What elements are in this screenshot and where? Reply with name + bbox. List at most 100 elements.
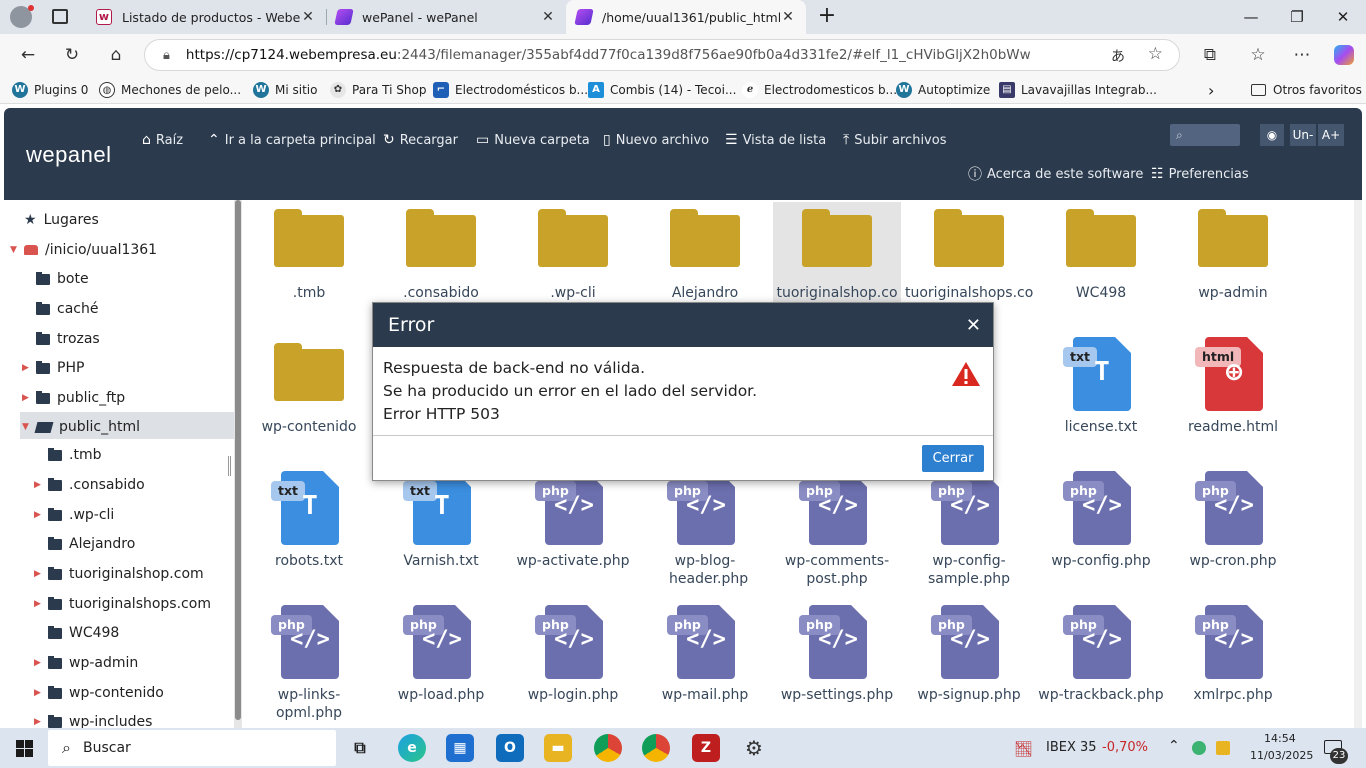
file-search-input[interactable]: ⌕ (1170, 124, 1240, 146)
bookmark-electrodomesticos-2[interactable]: ℯ Electrodomesticos b... (742, 80, 897, 100)
translate-icon[interactable]: あ (1111, 46, 1125, 66)
extensions-icon[interactable]: ⧉ (1196, 42, 1224, 68)
file-item[interactable]: php </> wp-load.php (377, 602, 505, 722)
file-item[interactable]: php </> wp-login.php (509, 602, 637, 722)
file-grid-scrollbar[interactable] (1354, 200, 1362, 728)
close-tab-icon[interactable]: ✕ (540, 9, 556, 25)
toolbar-home-folder-button[interactable]: ⌃ Ir a la carpeta principal (208, 130, 376, 150)
reload-icon[interactable]: ↻ (58, 42, 86, 68)
font-decrease-button[interactable]: Un- (1290, 124, 1316, 146)
windows-start-icon[interactable] (16, 740, 33, 757)
copilot-icon[interactable] (1330, 42, 1358, 68)
toolbar-reload-button[interactable]: ↻ Recargar (383, 130, 458, 150)
outlook-icon[interactable]: O (496, 734, 524, 762)
settings-more-icon[interactable]: ⋯ (1288, 42, 1316, 68)
collapsed-arrow-icon[interactable]: ▶ (34, 569, 48, 579)
file-item[interactable]: txt Tlicense.txt (1037, 334, 1165, 446)
file-item[interactable]: php </> wp-config-sample.php (905, 468, 1033, 588)
address-bar[interactable]: 🔒︎ https://cp7124.webempresa.eu :2443/fi… (144, 39, 1180, 71)
tray-app-icon[interactable] (1216, 741, 1230, 755)
collapsed-arrow-icon[interactable]: ▶ (34, 480, 48, 490)
sidebar-item-public-html[interactable]: ▼ public_html (22, 415, 140, 439)
bookmark-combis[interactable]: A Combis (14) - Tecoi... (588, 80, 736, 100)
file-item[interactable]: php </> wp-activate.php (509, 468, 637, 588)
tab-filemanager-active[interactable]: /home/uual1361/public_html:WeP ✕ (566, 0, 806, 34)
close-window-icon[interactable]: ✕ (1320, 4, 1366, 30)
filezilla-icon[interactable]: Z (692, 734, 720, 762)
bookmark-mi-sitio[interactable]: W Mi sitio (253, 80, 317, 100)
collapsed-arrow-icon[interactable]: ▶ (34, 717, 48, 727)
file-item[interactable]: Alejandro (641, 200, 769, 312)
collapsed-arrow-icon[interactable]: ▶ (22, 363, 36, 373)
resize-handle[interactable] (228, 456, 231, 476)
toolbar-upload-button[interactable]: ⤒ Subir archivos (843, 130, 946, 150)
tab-wepanel[interactable]: wePanel - wePanel ✕ (326, 0, 566, 34)
sidebar-item-trozas[interactable]: trozas (36, 327, 100, 351)
sidebar-item-consabido[interactable]: ▶ .consabido (34, 473, 145, 497)
file-item[interactable]: php </> xmlrpc.php (1169, 602, 1297, 722)
sidebar-item-tuoriginalshop[interactable]: ▶ tuoriginalshop.com (34, 562, 204, 586)
toolbar-new-folder-button[interactable]: ▭ Nueva carpeta (476, 130, 590, 150)
new-tab-icon[interactable]: + (814, 3, 840, 29)
dialog-header[interactable]: Error ✕ (373, 303, 993, 347)
bookmark-para-ti-shop[interactable]: ✿ Para Ti Shop (330, 80, 426, 100)
minimize-window-icon[interactable]: — (1228, 4, 1274, 30)
toolbar-new-file-button[interactable]: ▯ Nuevo archivo (603, 130, 709, 150)
close-tab-icon[interactable]: ✕ (780, 9, 796, 25)
back-icon[interactable]: ← (14, 42, 42, 68)
sidebar-root[interactable]: ▼/inicio/uual1361 (10, 238, 157, 262)
taskbar-search[interactable]: ⌕ Buscar (48, 730, 336, 766)
sidebar-item-wp-includes[interactable]: ▶ wp-includes (34, 710, 152, 728)
toolbar-list-view-button[interactable]: ☰ Vista de lista (725, 130, 826, 150)
file-item[interactable]: php </> wp-cron.php (1169, 468, 1297, 588)
close-icon[interactable]: ✕ (966, 315, 981, 336)
bookmark-mechones[interactable]: ◍ Mechones de pelo... (99, 80, 241, 100)
sidebar-item-tmb[interactable]: .tmb (48, 443, 101, 467)
sidebar-item-tuoriginalshops[interactable]: ▶ tuoriginalshops.com (34, 592, 211, 616)
file-item-hovered[interactable]: tuoriginalshop.co (773, 202, 901, 312)
close-button[interactable]: Cerrar (922, 445, 984, 472)
close-tab-icon[interactable]: ✕ (300, 9, 316, 25)
file-item[interactable]: php </> wp-config.php (1037, 468, 1165, 588)
font-increase-button[interactable]: A+ (1318, 124, 1344, 146)
file-item[interactable]: .wp-cli (509, 200, 637, 312)
collapsed-arrow-icon[interactable]: ▶ (34, 510, 48, 520)
sidebar-scrollbar-thumb[interactable] (235, 200, 241, 720)
toolbar-root-button[interactable]: ⌂ Raíz (142, 130, 183, 150)
chrome-profile-icon[interactable] (642, 734, 670, 762)
restore-window-icon[interactable]: ❐ (1274, 4, 1320, 30)
sidebar-item-wp-cli[interactable]: ▶ .wp-cli (34, 503, 114, 527)
file-item[interactable]: wp-admin (1169, 200, 1297, 312)
bookmark-otros-favoritos[interactable]: Otros favoritos (1251, 80, 1362, 100)
task-view-icon[interactable]: ⧉ (346, 734, 374, 762)
toolbar-preferences-button[interactable]: ☷ Preferencias (1151, 164, 1249, 184)
sidebar-item-php[interactable]: ▶ PHP (22, 356, 84, 380)
eye-toggle-button[interactable]: ◉ (1260, 124, 1284, 146)
collapsed-arrow-icon[interactable]: ▶ (34, 658, 48, 668)
file-item[interactable]: WC498 (1037, 200, 1165, 312)
file-explorer-icon[interactable]: ▬ (544, 734, 572, 762)
sidebar-item-bote[interactable]: bote (36, 267, 89, 291)
sidebar-item-wc498[interactable]: WC498 (48, 621, 119, 645)
bookmark-autoptimize[interactable]: W Autoptimize (896, 80, 990, 100)
file-item[interactable]: php </> wp-blog-header.php (641, 468, 769, 588)
file-item[interactable]: txt T Varnish.txt (377, 468, 505, 588)
bookmark-electrodomesticos-1[interactable]: ⌐ Electrodomésticos b... (433, 80, 588, 100)
tab-productos[interactable]: w Listado de productos - Webempre ✕ (86, 0, 326, 34)
file-item[interactable]: tuoriginalshops.co (905, 200, 1033, 312)
file-item[interactable]: .tmb (245, 200, 373, 312)
file-item[interactable]: .consabido (377, 200, 505, 312)
microsoft-store-icon[interactable]: ▦ (446, 734, 474, 762)
file-item[interactable]: wp-contenido (245, 334, 373, 446)
file-item[interactable]: txt Trobots.txt (245, 468, 373, 588)
tray-app-icon[interactable] (1192, 741, 1206, 755)
file-item[interactable]: html ⊕ readme.html (1169, 334, 1297, 446)
tray-chevron-up-icon[interactable]: ⌃ (1168, 738, 1180, 754)
sidebar-item-cache[interactable]: caché (36, 297, 98, 321)
favorites-icon[interactable]: ☆ (1244, 42, 1272, 68)
file-item[interactable]: php </> wp-settings.php (773, 602, 901, 722)
tab-actions-icon[interactable] (52, 9, 68, 24)
sidebar-places[interactable]: ★ Lugares (24, 208, 99, 232)
sidebar-item-alejandro[interactable]: Alejandro (48, 532, 135, 556)
sidebar-item-public-ftp[interactable]: ▶ public_ftp (22, 386, 125, 410)
